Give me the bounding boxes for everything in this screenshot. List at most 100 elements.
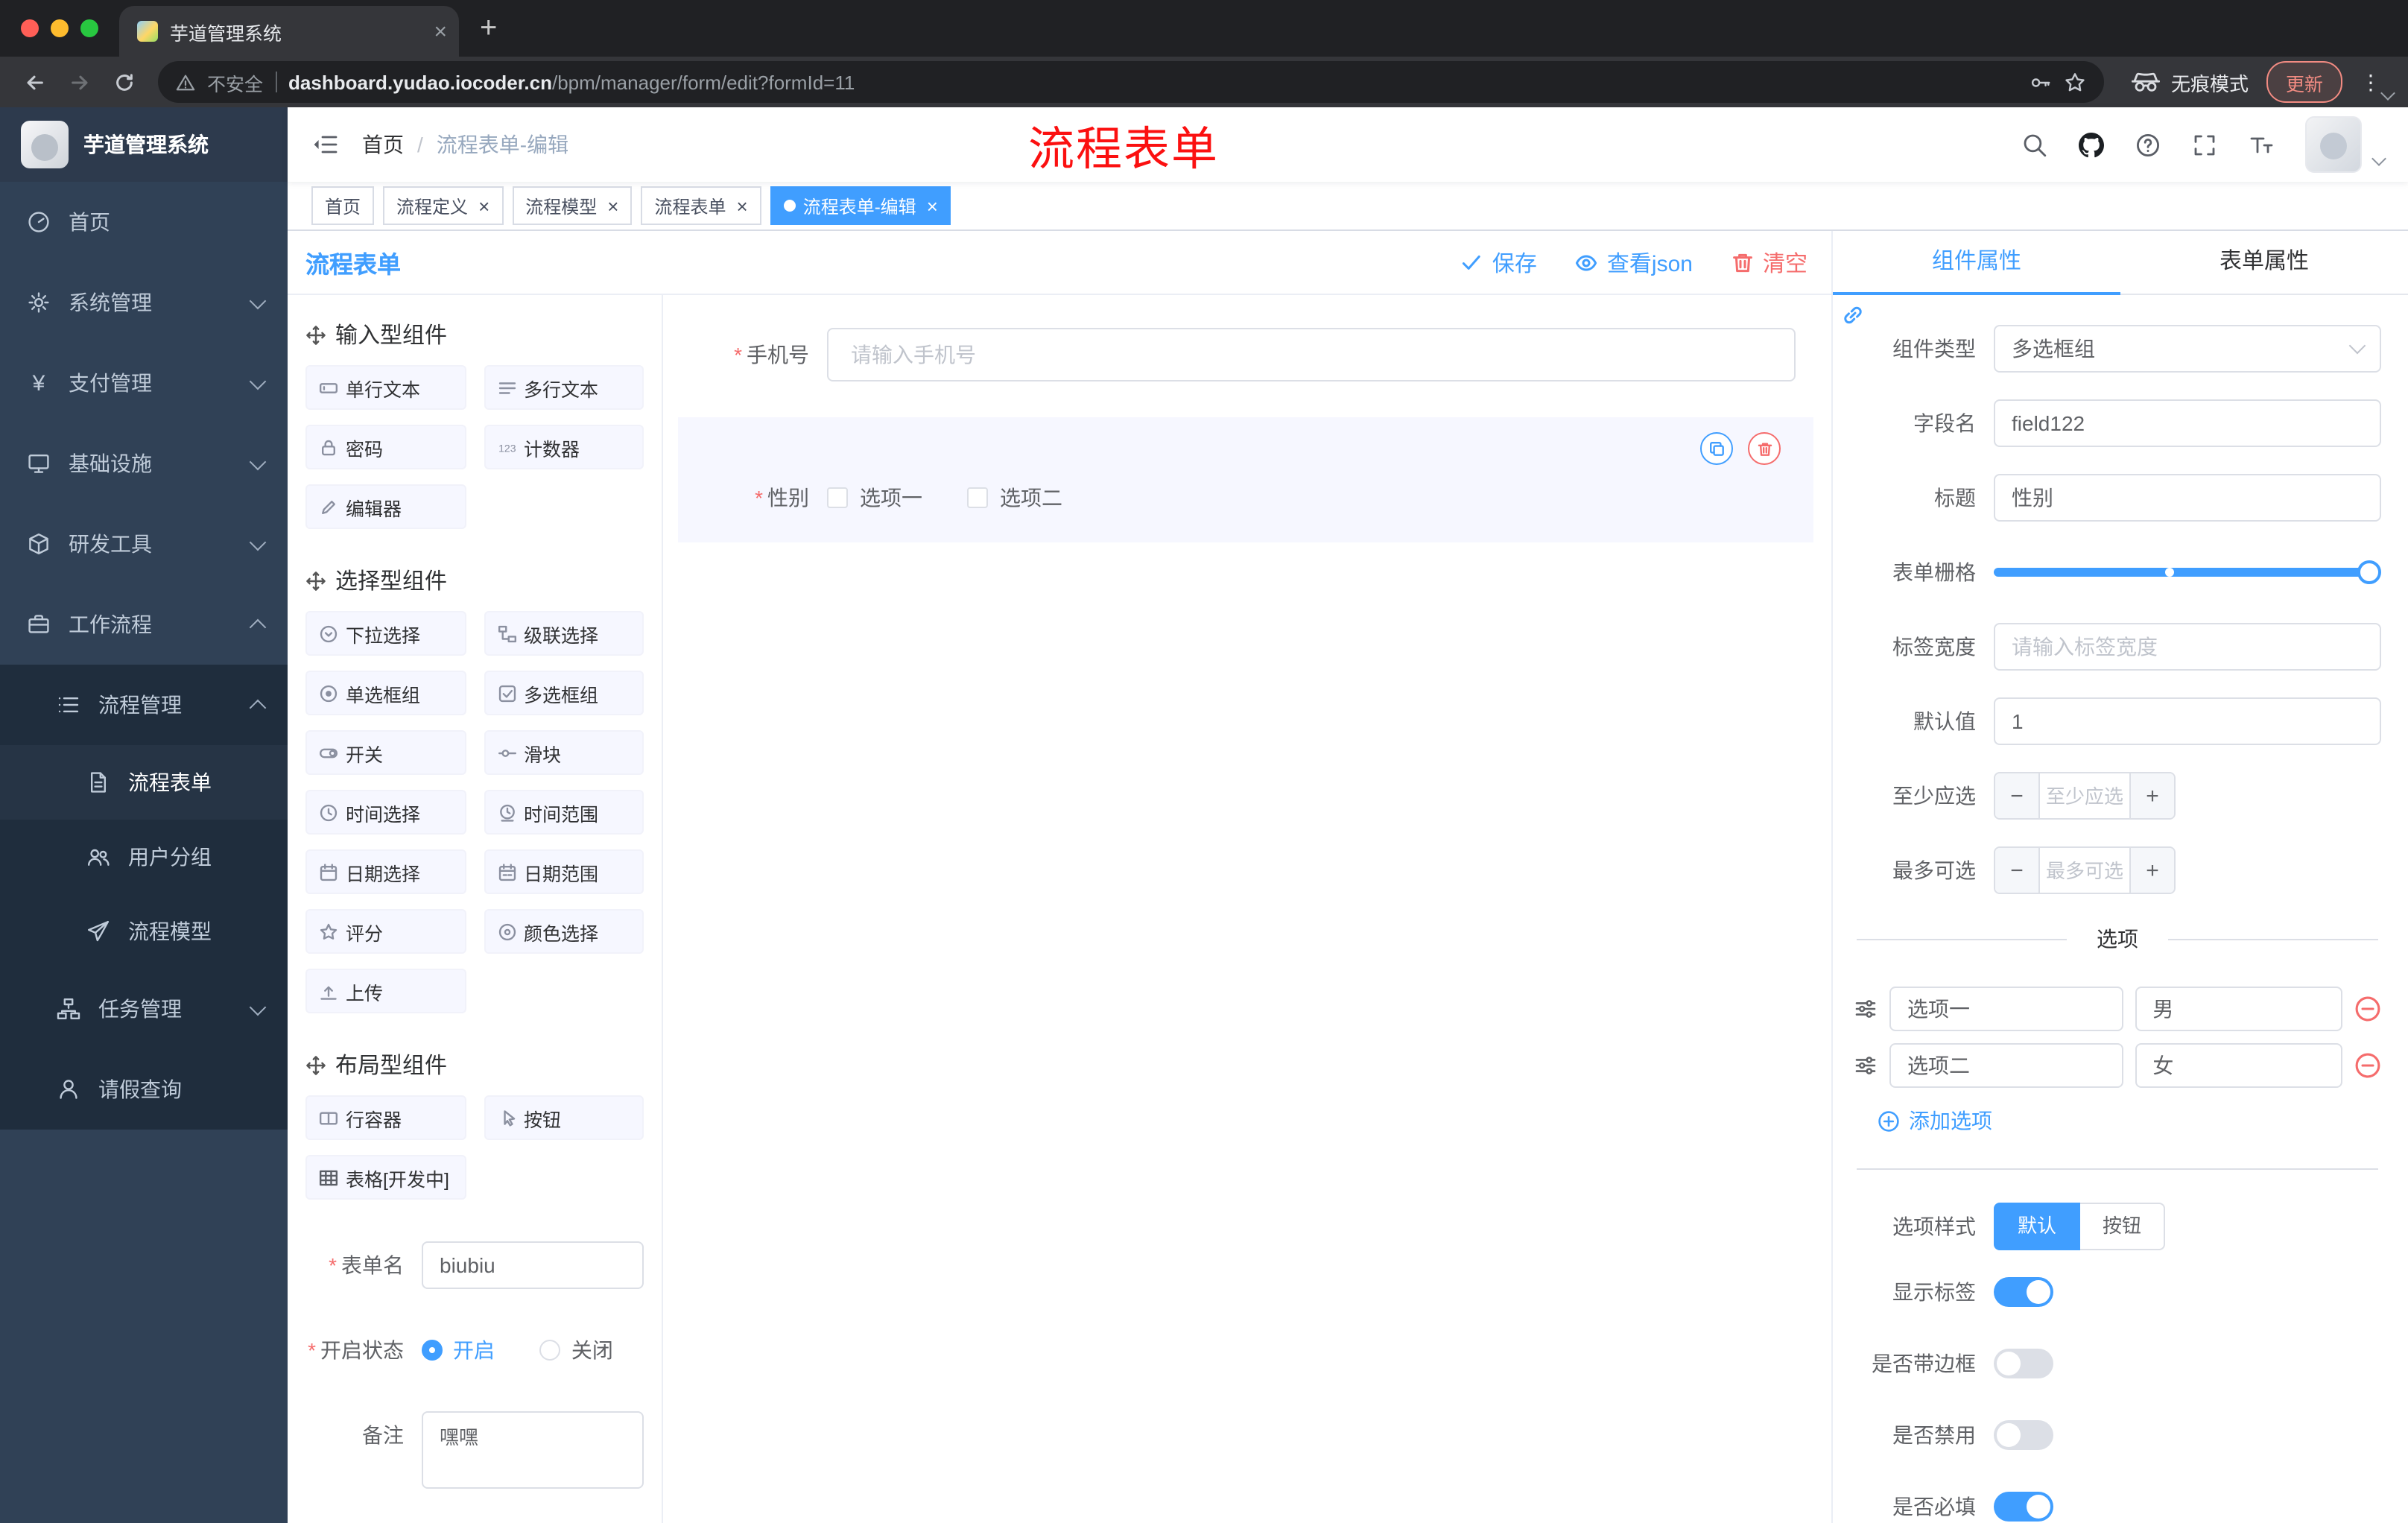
github-icon[interactable] bbox=[2079, 132, 2104, 157]
tag-close-icon[interactable]: × bbox=[607, 196, 618, 215]
palette-item-color-picker[interactable]: 颜色选择 bbox=[484, 909, 644, 954]
palette-item-date-range[interactable]: 日期范围 bbox=[484, 849, 644, 894]
palette-item-select[interactable]: 下拉选择 bbox=[305, 611, 466, 656]
title-input[interactable] bbox=[1994, 474, 2381, 522]
palette-item-editor[interactable]: 编辑器 bbox=[305, 484, 466, 529]
palette-item-row-container[interactable]: 行容器 bbox=[305, 1095, 466, 1140]
canvas-field-phone[interactable]: * 手机号 bbox=[678, 328, 1796, 381]
palette-item-slider[interactable]: 滑块 bbox=[484, 730, 644, 775]
update-button[interactable]: 更新 bbox=[2266, 61, 2342, 103]
show-label-switch[interactable] bbox=[1994, 1277, 2053, 1307]
increase-button[interactable]: + bbox=[2129, 848, 2174, 893]
gender-checkbox-option-1[interactable]: 选项一 bbox=[827, 483, 922, 513]
palette-item-password[interactable]: 密码 bbox=[305, 425, 466, 469]
address-bar[interactable]: 不安全 dashboard.yudao.iocoder.cn/bpm/manag… bbox=[158, 61, 2104, 103]
option-label-input[interactable] bbox=[1889, 1043, 2123, 1088]
sidebar-item-infra[interactable]: 基础设施 bbox=[0, 423, 288, 504]
help-icon[interactable] bbox=[2135, 132, 2161, 157]
decrease-button[interactable]: − bbox=[1995, 773, 2040, 818]
sidebar-item-leave-query[interactable]: 请假查询 bbox=[0, 1049, 288, 1130]
zoom-window-button[interactable] bbox=[80, 19, 98, 37]
search-icon[interactable] bbox=[2022, 132, 2047, 157]
new-tab-button[interactable]: + bbox=[459, 3, 518, 54]
palette-item-radio-group[interactable]: 单选框组 bbox=[305, 671, 466, 715]
option-label-input[interactable] bbox=[1889, 987, 2123, 1031]
sidebar-logo[interactable]: 芋道管理系统 bbox=[0, 107, 288, 182]
tag-process-definition[interactable]: 流程定义 × bbox=[383, 186, 504, 225]
tag-close-icon[interactable]: × bbox=[478, 196, 489, 215]
key-icon[interactable] bbox=[2030, 71, 2052, 93]
fullscreen-icon[interactable] bbox=[2192, 132, 2217, 157]
save-button[interactable]: 保存 bbox=[1461, 247, 1537, 278]
canvas-field-gender-selected[interactable]: * 性别 选项一 选项二 bbox=[678, 417, 1813, 542]
palette-item-button[interactable]: 按钮 bbox=[484, 1095, 644, 1140]
option-value-input[interactable] bbox=[2135, 987, 2342, 1031]
sidebar-item-devtool[interactable]: 研发工具 bbox=[0, 504, 288, 584]
remark-textarea[interactable]: 嘿嘿 bbox=[422, 1411, 644, 1489]
security-warning-icon[interactable] bbox=[176, 72, 195, 92]
browser-tab[interactable]: 芋道管理系统 × bbox=[119, 6, 459, 57]
option-value-input[interactable] bbox=[2135, 1043, 2342, 1088]
add-option-button[interactable]: 添加选项 bbox=[1878, 1106, 2381, 1136]
sidebar-item-process-management[interactable]: 流程管理 bbox=[0, 665, 288, 745]
increase-button[interactable]: + bbox=[2129, 773, 2174, 818]
tag-close-icon[interactable]: × bbox=[737, 196, 748, 215]
label-width-input[interactable] bbox=[1994, 623, 2381, 671]
tag-process-model[interactable]: 流程模型 × bbox=[512, 186, 633, 225]
slider-handle[interactable] bbox=[2357, 560, 2381, 584]
palette-item-time-picker[interactable]: 时间选择 bbox=[305, 790, 466, 835]
tag-close-icon[interactable]: × bbox=[927, 196, 938, 215]
palette-item-date-picker[interactable]: 日期选择 bbox=[305, 849, 466, 894]
tag-home[interactable]: 首页 bbox=[311, 186, 375, 225]
palette-item-switch[interactable]: 开关 bbox=[305, 730, 466, 775]
sidebar-item-home[interactable]: 首页 bbox=[0, 182, 288, 262]
palette-item-single-line-text[interactable]: 单行文本 bbox=[305, 365, 466, 410]
tag-process-form-edit[interactable]: 流程表单-编辑 × bbox=[770, 186, 951, 225]
tab-component-properties[interactable]: 组件属性 bbox=[1833, 231, 2120, 295]
clear-button[interactable]: 清空 bbox=[1731, 247, 1807, 278]
component-type-select[interactable]: 多选框组 bbox=[1994, 325, 2381, 373]
max-select-input[interactable] bbox=[2040, 848, 2129, 893]
palette-item-checkbox-group[interactable]: 多选框组 bbox=[484, 671, 644, 715]
status-off-radio[interactable]: 关闭 bbox=[539, 1326, 613, 1374]
font-size-icon[interactable] bbox=[2249, 132, 2274, 157]
forward-button[interactable] bbox=[60, 63, 98, 101]
close-window-button[interactable] bbox=[21, 19, 39, 37]
palette-item-table[interactable]: 表格[开发中] bbox=[305, 1155, 466, 1200]
field-name-input[interactable] bbox=[1994, 399, 2381, 447]
link-icon[interactable] bbox=[1840, 303, 1866, 328]
tag-process-form[interactable]: 流程表单 × bbox=[641, 186, 761, 225]
form-name-input[interactable] bbox=[422, 1241, 644, 1289]
gender-checkbox-option-2[interactable]: 选项二 bbox=[967, 483, 1062, 513]
style-button-button[interactable]: 按钮 bbox=[2080, 1203, 2166, 1250]
palette-item-upload[interactable]: 上传 bbox=[305, 969, 466, 1013]
sidebar-item-user-group[interactable]: 用户分组 bbox=[0, 820, 288, 894]
reload-button[interactable] bbox=[104, 63, 143, 101]
required-switch[interactable] bbox=[1994, 1492, 2053, 1522]
phone-input[interactable] bbox=[827, 328, 1796, 381]
bookmark-star-icon[interactable] bbox=[2064, 71, 2086, 93]
back-button[interactable] bbox=[15, 63, 54, 101]
avatar[interactable] bbox=[2305, 116, 2362, 173]
view-json-button[interactable]: 查看json bbox=[1576, 247, 1693, 278]
minimize-window-button[interactable] bbox=[51, 19, 69, 37]
tab-form-properties[interactable]: 表单属性 bbox=[2120, 231, 2408, 294]
tab-close-icon[interactable]: × bbox=[434, 20, 447, 42]
min-select-input[interactable] bbox=[2040, 773, 2129, 818]
default-value-input[interactable] bbox=[1994, 697, 2381, 745]
palette-item-time-range[interactable]: 时间范围 bbox=[484, 790, 644, 835]
delete-component-button[interactable] bbox=[1748, 432, 1781, 465]
disabled-switch[interactable] bbox=[1994, 1420, 2053, 1450]
palette-item-cascader[interactable]: 级联选择 bbox=[484, 611, 644, 656]
drag-handle-icon[interactable] bbox=[1854, 997, 1878, 1021]
palette-item-counter[interactable]: 123 计数器 bbox=[484, 425, 644, 469]
breadcrumb-home[interactable]: 首页 bbox=[362, 130, 404, 159]
sidebar-item-process-form[interactable]: 流程表单 bbox=[0, 745, 288, 820]
sidebar-item-workflow[interactable]: 工作流程 bbox=[0, 584, 288, 665]
sidebar-item-process-model[interactable]: 流程模型 bbox=[0, 894, 288, 969]
status-on-radio[interactable]: 开启 bbox=[422, 1326, 495, 1374]
sidebar-item-payment[interactable]: ¥ 支付管理 bbox=[0, 343, 288, 423]
sidebar-item-system[interactable]: 系统管理 bbox=[0, 262, 288, 343]
grid-slider[interactable] bbox=[1994, 548, 2381, 596]
hamburger-icon[interactable] bbox=[311, 131, 338, 158]
